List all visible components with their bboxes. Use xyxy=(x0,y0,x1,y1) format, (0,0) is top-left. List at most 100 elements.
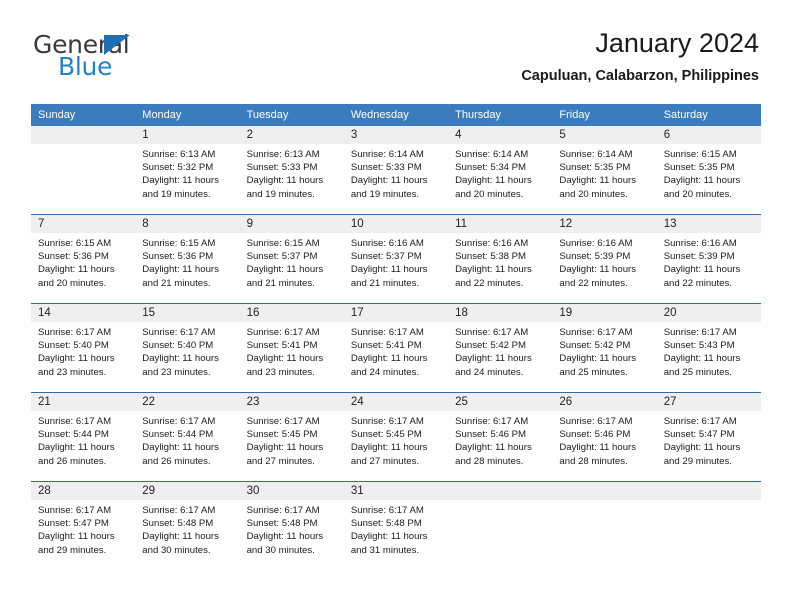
day-detail-line: Sunset: 5:48 PM xyxy=(142,518,214,530)
day-detail-line: Daylight: 11 hours xyxy=(350,264,428,276)
day-detail-line: Daylight: 11 hours xyxy=(142,353,219,365)
day-details: Sunrise: 6:17 AM Sunset: 5:43 PM Daylight:… xyxy=(657,322,761,379)
day-cell-26[interactable]: 26 Sunrise: 6:17 AM Sunset: 5:46 PM Dayligh… xyxy=(552,393,657,481)
day-detail-line: Sunrise: 6:17 AM xyxy=(142,505,216,516)
day-cell-23[interactable]: 23 Sunrise: 6:17 AM Sunset: 5:45 PM Dayligh… xyxy=(239,393,344,481)
day-details: Sunrise: 6:17 AM Sunset: 5:41 PM Daylight:… xyxy=(240,322,344,379)
day-detail-line: Sunset: 5:39 PM xyxy=(559,251,631,263)
day-number: 24 xyxy=(343,393,449,411)
day-cell-14[interactable]: 14 Sunrise: 6:17 AM Sunset: 5:40 PM Dayligh… xyxy=(31,304,136,392)
day-detail-line: Sunrise: 6:17 AM xyxy=(455,327,529,338)
calendar-day-cell: 17 Sunrise: 6:17 AM Sunset: 5:41 PM Dayligh… xyxy=(343,303,449,393)
day-details: Sunrise: 6:17 AM Sunset: 5:45 PM Daylight:… xyxy=(240,411,344,468)
calendar-day-cell: 20 Sunrise: 6:17 AM Sunset: 5:43 PM Dayligh… xyxy=(656,303,761,393)
calendar-table: Sunday Monday Tuesday Wednesday Thursday Frid… xyxy=(31,104,761,570)
day-details: Sunrise: 6:17 AM Sunset: 5:46 PM Daylight:… xyxy=(552,411,656,468)
day-cell-24[interactable]: 24 Sunrise: 6:17 AM Sunset: 5:45 PM Dayligh… xyxy=(343,393,449,481)
day-cell-9[interactable]: 9 Sunrise: 6:15 AM Sunset: 5:37 PM Daylight… xyxy=(239,215,344,303)
day-details: Sunrise: 6:14 AM Sunset: 5:34 PM Daylight:… xyxy=(448,144,552,201)
day-cell-6[interactable]: 6 Sunrise: 6:15 AM Sunset: 5:35 PM Daylight… xyxy=(656,126,761,214)
calendar-day-cell: 16 Sunrise: 6:17 AM Sunset: 5:41 PM Dayligh… xyxy=(239,303,344,393)
day-cell-29[interactable]: 29 Sunrise: 6:17 AM Sunset: 5:48 PM Dayligh… xyxy=(135,482,240,570)
day-detail-line: and 23 minutes. xyxy=(246,366,315,378)
day-detail-line: and 29 minutes. xyxy=(663,455,732,467)
day-details: Sunrise: 6:17 AM Sunset: 5:48 PM Daylight:… xyxy=(344,500,448,557)
general-blue-logo[interactable]: General Blue xyxy=(33,32,203,84)
day-number: 10 xyxy=(343,215,449,233)
day-cell-31[interactable]: 31 Sunrise: 6:17 AM Sunset: 5:48 PM Dayligh… xyxy=(343,482,449,570)
weekday-header-row: Sunday Monday Tuesday Wednesday Thursday Frid… xyxy=(31,104,761,126)
day-detail-line: Sunset: 5:44 PM xyxy=(142,429,214,441)
day-number: 8 xyxy=(135,215,240,233)
day-number xyxy=(552,482,657,500)
day-cell-22[interactable]: 22 Sunrise: 6:17 AM Sunset: 5:44 PM Dayligh… xyxy=(135,393,240,481)
day-details: Sunrise: 6:17 AM Sunset: 5:47 PM Daylight:… xyxy=(31,500,135,557)
day-number: 25 xyxy=(448,393,553,411)
day-cell-8[interactable]: 8 Sunrise: 6:15 AM Sunset: 5:36 PM Daylight… xyxy=(135,215,240,303)
day-cell-20[interactable]: 20 Sunrise: 6:17 AM Sunset: 5:43 PM Dayligh… xyxy=(656,304,761,392)
day-number: 28 xyxy=(31,482,136,500)
day-cell-2[interactable]: 2 Sunrise: 6:13 AM Sunset: 5:33 PM Daylight… xyxy=(239,126,344,214)
calendar-day-cell: 14 Sunrise: 6:17 AM Sunset: 5:40 PM Dayligh… xyxy=(31,303,136,393)
day-cell-16[interactable]: 16 Sunrise: 6:17 AM Sunset: 5:41 PM Dayligh… xyxy=(239,304,344,392)
day-details: Sunrise: 6:17 AM Sunset: 5:44 PM Daylight:… xyxy=(31,411,135,468)
day-cell-21[interactable]: 21 Sunrise: 6:17 AM Sunset: 5:44 PM Dayligh… xyxy=(31,393,136,481)
calendar-head: Sunday Monday Tuesday Wednesday Thursday Frid… xyxy=(31,104,761,126)
day-detail-line: Sunrise: 6:14 AM xyxy=(350,149,424,160)
day-cell-13[interactable]: 13 Sunrise: 6:16 AM Sunset: 5:39 PM Dayligh… xyxy=(656,215,761,303)
day-detail-line: Sunrise: 6:17 AM xyxy=(142,416,216,427)
day-detail-line: Sunrise: 6:17 AM xyxy=(246,505,320,516)
day-cell-4[interactable]: 4 Sunrise: 6:14 AM Sunset: 5:34 PM Daylight… xyxy=(448,126,553,214)
day-cell-12[interactable]: 12 Sunrise: 6:16 AM Sunset: 5:39 PM Dayligh… xyxy=(552,215,657,303)
day-detail-line: and 21 minutes. xyxy=(246,277,315,289)
day-cell-18[interactable]: 18 Sunrise: 6:17 AM Sunset: 5:42 PM Dayligh… xyxy=(448,304,553,392)
day-cell-3[interactable]: 3 Sunrise: 6:14 AM Sunset: 5:33 PM Daylight… xyxy=(343,126,449,214)
day-detail-line: Sunset: 5:45 PM xyxy=(246,429,318,441)
day-cell-30[interactable]: 30 Sunrise: 6:17 AM Sunset: 5:48 PM Dayligh… xyxy=(239,482,344,570)
day-cell-5[interactable]: 5 Sunrise: 6:14 AM Sunset: 5:35 PM Daylight… xyxy=(552,126,657,214)
day-detail-line: and 28 minutes. xyxy=(559,455,628,467)
day-cell-1[interactable]: 1 Sunrise: 6:13 AM Sunset: 5:32 PM Daylight… xyxy=(135,126,240,214)
day-number: 13 xyxy=(656,215,761,233)
day-detail-line: Sunrise: 6:15 AM xyxy=(246,238,320,249)
day-cell-28[interactable]: 28 Sunrise: 6:17 AM Sunset: 5:47 PM Dayligh… xyxy=(31,482,136,570)
day-details: Sunrise: 6:17 AM Sunset: 5:40 PM Daylight:… xyxy=(135,322,239,379)
day-detail-line: Daylight: 11 hours xyxy=(246,175,324,187)
calendar-day-cell: 18 Sunrise: 6:17 AM Sunset: 5:42 PM Dayligh… xyxy=(448,303,553,393)
day-details: Sunrise: 6:17 AM Sunset: 5:46 PM Daylight:… xyxy=(448,411,552,468)
day-details: Sunrise: 6:15 AM Sunset: 5:35 PM Daylight:… xyxy=(657,144,761,201)
day-detail-line: Sunrise: 6:17 AM xyxy=(350,327,424,338)
day-detail-line: and 19 minutes. xyxy=(246,188,315,200)
day-number: 18 xyxy=(448,304,553,322)
day-details: Sunrise: 6:17 AM Sunset: 5:40 PM Daylight:… xyxy=(31,322,135,379)
day-cell-17[interactable]: 17 Sunrise: 6:17 AM Sunset: 5:41 PM Dayligh… xyxy=(343,304,449,392)
day-number: 29 xyxy=(135,482,240,500)
day-detail-line: Sunrise: 6:15 AM xyxy=(663,149,737,160)
day-detail-line: Sunrise: 6:15 AM xyxy=(142,238,216,249)
day-details: Sunrise: 6:16 AM Sunset: 5:37 PM Daylight:… xyxy=(344,233,448,290)
day-detail-line: Daylight: 11 hours xyxy=(38,353,115,365)
day-detail-line: Daylight: 11 hours xyxy=(142,442,219,454)
day-cell-19[interactable]: 19 Sunrise: 6:17 AM Sunset: 5:42 PM Dayligh… xyxy=(552,304,657,392)
calendar-day-cell: 27 Sunrise: 6:17 AM Sunset: 5:47 PM Dayligh… xyxy=(656,392,761,482)
day-detail-line: Sunset: 5:37 PM xyxy=(246,251,318,263)
day-cell-11[interactable]: 11 Sunrise: 6:16 AM Sunset: 5:38 PM Dayligh… xyxy=(448,215,553,303)
day-detail-line: and 23 minutes. xyxy=(142,366,211,378)
weekday-header-wednesday: Wednesday xyxy=(343,104,449,126)
calendar-day-cell: 31 Sunrise: 6:17 AM Sunset: 5:48 PM Dayligh… xyxy=(343,481,449,570)
day-cell-27[interactable]: 27 Sunrise: 6:17 AM Sunset: 5:47 PM Dayligh… xyxy=(656,393,761,481)
day-detail-line: Sunset: 5:33 PM xyxy=(246,162,318,174)
day-detail-line: Daylight: 11 hours xyxy=(142,175,219,187)
calendar-week-row: 7 Sunrise: 6:15 AM Sunset: 5:36 PM Daylight… xyxy=(31,214,761,304)
day-number: 9 xyxy=(239,215,344,233)
day-cell-15[interactable]: 15 Sunrise: 6:17 AM Sunset: 5:40 PM Dayligh… xyxy=(135,304,240,392)
day-detail-line: Daylight: 11 hours xyxy=(38,531,115,543)
day-detail-line: Daylight: 11 hours xyxy=(38,442,115,454)
day-cell-25[interactable]: 25 Sunrise: 6:17 AM Sunset: 5:46 PM Dayligh… xyxy=(448,393,553,481)
day-detail-line: and 21 minutes. xyxy=(350,277,420,289)
day-cell-7[interactable]: 7 Sunrise: 6:15 AM Sunset: 5:36 PM Daylight… xyxy=(31,215,136,303)
day-detail-line: Daylight: 11 hours xyxy=(663,175,741,187)
day-cell-10[interactable]: 10 Sunrise: 6:16 AM Sunset: 5:37 PM Dayligh… xyxy=(343,215,449,303)
page-title: January 2024 xyxy=(595,28,759,58)
day-number: 16 xyxy=(239,304,344,322)
